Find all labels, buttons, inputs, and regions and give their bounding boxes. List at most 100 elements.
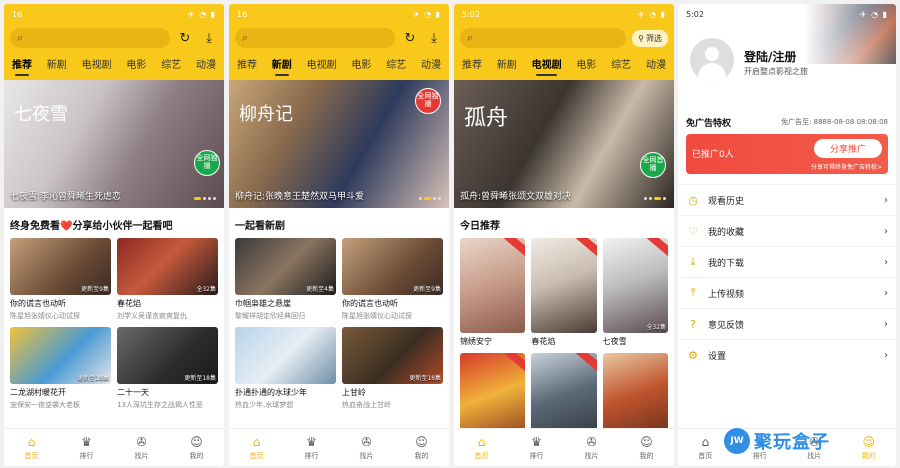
tabbar-rank[interactable]: ♛ 排行 (80, 435, 94, 461)
menu-item-history[interactable]: ◷ 观看历史 › (678, 184, 896, 215)
banner[interactable]: 孤舟 全网首播 孤舟:曾舜晞张颂文双雄对决 (454, 80, 674, 208)
gear-icon: ⚙ (688, 348, 698, 362)
tab-anime[interactable]: 动漫 (421, 56, 441, 74)
chevron-right-icon: › (884, 318, 888, 330)
category-tabs: 推荐 新剧 电视剧 电影 综艺 动漫 (454, 52, 674, 80)
category-tabs: 推荐 新剧 电视剧 电影 综艺 动漫 (4, 52, 224, 80)
menu-item-upload[interactable]: ⤒ 上传视频 › (678, 277, 896, 308)
tabbar-home[interactable]: ⌂ 首页 (25, 435, 39, 461)
history-icon: ◷ (688, 193, 698, 207)
update-label: 更新至18集 (77, 375, 109, 382)
banner-logo: 孤舟 (464, 106, 509, 131)
video-title: 锦绣安宁 (460, 337, 492, 346)
tabbar-rank[interactable]: ♛ 排行 (305, 435, 319, 461)
bottom-tab-bar: ⌂ 首页 ♛ 排行 ✇ 找片 ☺ 我的 (454, 428, 674, 466)
tab-new[interactable]: 新剧 (272, 56, 292, 76)
tab-movie[interactable]: 电影 (351, 56, 371, 74)
user-icon: ☺ (415, 434, 428, 449)
video-title: 二十一天 (117, 388, 149, 397)
tab-movie[interactable]: 电影 (126, 56, 146, 74)
banner[interactable]: 柳舟记 全网独播 柳舟记:张晚意王楚然双马甲斗爱 (229, 80, 449, 208)
tabbar-mine[interactable]: ☺ 我的 (640, 435, 654, 461)
video-subtitle: 刘学义吴谨言疯爽复仇 (117, 312, 187, 320)
banner-logo: 七夜雪 (14, 104, 68, 125)
video-card[interactable]: 全32集 春花焰 刘学义吴谨言疯爽复仇 (117, 238, 218, 321)
video-thumbnail: 更新至4集 (235, 238, 336, 295)
tabbar-find[interactable]: ✇ 找片 (585, 435, 599, 461)
tabbar-mine[interactable]: ☺ 我的 (190, 435, 204, 461)
menu-item-settings[interactable]: ⚙ 设置 › (678, 339, 896, 370)
menu-item-feedback[interactable]: ? 意见反馈 › (678, 308, 896, 339)
crown-icon: ♛ (306, 434, 317, 449)
avatar[interactable] (690, 38, 734, 82)
filter-button[interactable]: ⚲ 筛选 (632, 29, 668, 47)
menu-item-downloads[interactable]: ⤓ 我的下载 › (678, 246, 896, 277)
tab-tv[interactable]: 电视剧 (82, 56, 112, 74)
home-icon: ⌂ (477, 434, 486, 449)
tabbar-rank[interactable]: ♛ 排行 (530, 435, 544, 461)
menu-item-favorites[interactable]: ♡ 我的收藏 › (678, 215, 896, 246)
update-label: 更新至18集 (409, 375, 441, 382)
login-register-link[interactable]: 登陆/注册 (744, 48, 796, 65)
search-input[interactable]: ⌕ (460, 28, 627, 48)
tab-variety[interactable]: 综艺 (161, 56, 181, 74)
tab-variety[interactable]: 综艺 (386, 56, 406, 74)
video-card[interactable]: 锦绣安宁 (460, 238, 526, 347)
home-icon: ⌂ (27, 434, 36, 449)
banner-dots (194, 197, 216, 200)
tab-new[interactable]: 新剧 (497, 56, 517, 74)
tab-recommend[interactable]: 推荐 (237, 56, 257, 74)
home-icon: ⌂ (252, 434, 261, 449)
video-card[interactable]: 更新至9集 你的谎言也动听 陈星旭张婧仪心动试探 (342, 238, 443, 321)
search-icon: ⌕ (242, 31, 249, 44)
share-promote-button[interactable]: 分享推广 (813, 139, 882, 158)
section-title: 一起看新剧 (235, 221, 285, 232)
status-time: 16 (237, 9, 248, 19)
banner-dots (419, 197, 441, 200)
download-icon[interactable]: ⤓ (200, 29, 218, 47)
tab-anime[interactable]: 动漫 (646, 56, 666, 74)
tab-recommend[interactable]: 推荐 (12, 56, 32, 76)
tab-anime[interactable]: 动漫 (196, 56, 216, 74)
watermark-logo: JW (724, 428, 750, 454)
login-subtitle: 开启整点影视之旅 (744, 67, 808, 76)
status-time: 5:02 (686, 9, 704, 19)
promo-hint[interactable]: 分享可得终身免广告特权> (811, 162, 882, 171)
video-title: 你的谎言也动听 (342, 299, 398, 308)
video-card[interactable]: 更新至18集 二十一天 13人深坑生存之战揭人性恶 (117, 327, 218, 410)
tabbar-home[interactable]: ⌂ 首页 (698, 435, 712, 461)
banner[interactable]: 七夜雪 全网独播 七夜雪:李沁曾舜晞生死虐恋 (4, 80, 224, 208)
download-icon[interactable]: ⤓ (425, 29, 443, 47)
video-title: 春花焰 (531, 337, 556, 346)
video-card[interactable]: 全32集 七夜雪 (602, 238, 668, 347)
history-icon[interactable]: ↻ (176, 29, 194, 47)
bottom-tab-bar: ⌂ 首页 ♛ 排行 ✇ 找片 ☺ 我的 (4, 428, 224, 466)
tabbar-find[interactable]: ✇ 找片 (135, 435, 149, 461)
search-input[interactable]: ⌕ (235, 28, 395, 48)
video-title: 七夜雪 (602, 337, 627, 346)
video-title: 扑通扑通的水球少年 (235, 388, 307, 397)
upload-icon: ⤒ (690, 286, 696, 299)
banner-badge: 全网首播 (640, 152, 666, 178)
video-card[interactable]: 更新至4集 巾帼枭雄之悬崖 黎耀祥胡定欣经典回归 (235, 238, 336, 321)
video-card[interactable]: 更新至9集 你的谎言也动听 陈星旭张婧仪心动试探 (10, 238, 111, 321)
search-input[interactable]: ⌕ (10, 28, 170, 48)
tab-recommend[interactable]: 推荐 (462, 56, 482, 74)
tab-variety[interactable]: 综艺 (611, 56, 631, 74)
tabbar-home[interactable]: ⌂ 首页 (475, 435, 489, 461)
tabbar-mine[interactable]: ☺ 我的 (415, 435, 429, 461)
video-card[interactable]: 更新至18集 上甘岭 热血奋战上甘岭 (342, 327, 443, 410)
video-card[interactable]: 更新至18集 二龙湖村暖花开 宠保安一夜逆袭大老板 (10, 327, 111, 410)
film-reel-icon: ✇ (586, 434, 597, 449)
video-card[interactable]: 春花焰 (531, 238, 597, 347)
tab-tv[interactable]: 电视剧 (532, 56, 562, 76)
tab-tv[interactable]: 电视剧 (307, 56, 337, 74)
update-label: 更新至4集 (306, 286, 334, 293)
video-card[interactable]: 扑通扑通的水球少年 热血少年,水球梦想 (235, 327, 336, 410)
tab-movie[interactable]: 电影 (576, 56, 596, 74)
tabbar-find[interactable]: ✇ 找片 (360, 435, 374, 461)
tab-new[interactable]: 新剧 (47, 56, 67, 74)
tabbar-home[interactable]: ⌂ 首页 (250, 435, 264, 461)
history-icon[interactable]: ↻ (401, 29, 419, 47)
tabbar-mine[interactable]: ☺ 我的 (862, 435, 876, 461)
